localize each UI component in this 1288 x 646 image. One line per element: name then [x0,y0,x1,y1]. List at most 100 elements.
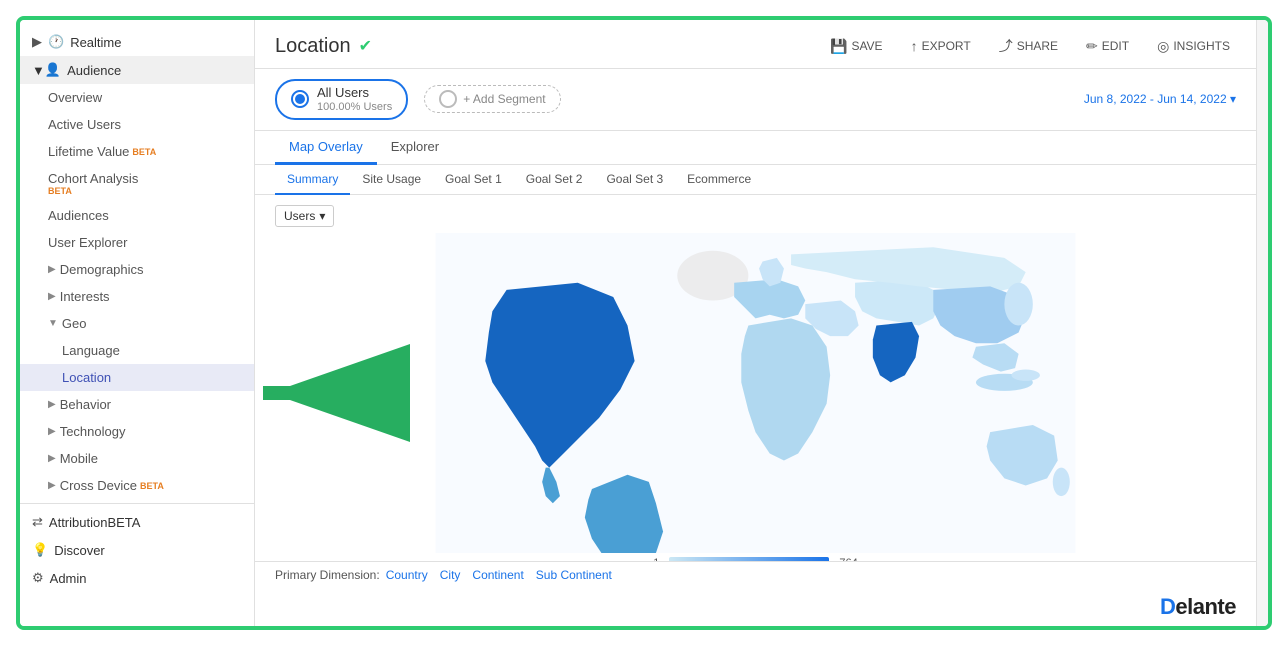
subtab-ecommerce[interactable]: Ecommerce [675,165,763,195]
share-label: SHARE [1017,39,1058,53]
behavior-arrow: ▶ [48,399,56,410]
sidebar-item-interests[interactable]: ▶ Interests [20,283,254,310]
map-area: Users ▾ [255,195,1256,561]
segment-circle [291,90,309,108]
share-button[interactable]: ⤴ SHARE [993,32,1064,60]
all-users-segment[interactable]: All Users 100.00% Users [275,79,408,120]
discover-icon: 💡 [32,542,48,558]
map-overlay-label: Map Overlay [289,139,363,154]
cross-device-arrow: ▶ [48,480,56,491]
primary-dimension: Primary Dimension: Country City Continen… [255,561,1256,588]
lifetime-value-label: Lifetime Value [48,144,129,159]
legend-bar: 1 764 [275,553,1236,561]
sidebar-item-user-explorer[interactable]: User Explorer [20,229,254,256]
admin-icon: ⚙ [32,570,44,586]
demographics-arrow: ▶ [48,264,56,275]
technology-label: Technology [60,424,126,439]
sidebar-item-realtime[interactable]: ▶ 🕐 Realtime [20,28,254,56]
export-icon: ↑ [911,38,918,54]
sidebar-item-audience[interactable]: ▼ 👤 Audience [20,56,254,84]
sidebar-item-technology[interactable]: ▶ Technology [20,418,254,445]
scrollbar[interactable] [1256,20,1268,626]
attribution-beta: BETA [107,515,140,530]
export-button[interactable]: ↑ EXPORT [905,34,977,58]
sidebar-item-cohort[interactable]: Cohort Analysis BETA [20,165,254,202]
view-tabs: Map Overlay Explorer [255,131,1256,165]
subtab-site-usage[interactable]: Site Usage [350,165,433,195]
brand-d: D [1160,594,1175,619]
cohort-label: Cohort Analysis [48,171,138,186]
sidebar-realtime-label: Realtime [70,35,121,50]
add-segment-label: + Add Segment [463,92,545,106]
cohort-beta: BETA [48,186,72,196]
edit-label: EDIT [1102,39,1129,53]
sidebar-item-overview[interactable]: Overview [20,84,254,111]
person-icon: 👤 [45,62,61,78]
subtab-goal-set-3[interactable]: Goal Set 3 [594,165,675,195]
sidebar-item-geo[interactable]: ▼ Geo [20,310,254,337]
sidebar-item-audiences[interactable]: Audiences [20,202,254,229]
edit-icon: ✏ [1086,38,1098,55]
sidebar-item-location[interactable]: Location [20,364,254,391]
interests-label: Interests [60,289,110,304]
date-range-chevron: ▾ [1230,92,1236,106]
verified-icon: ✔ [359,36,372,56]
insights-label: INSIGHTS [1173,39,1230,53]
geo-arrow: ▼ [48,318,58,329]
legend-max: 764 [839,557,857,561]
world-map [275,233,1236,553]
demographics-label: Demographics [60,262,144,277]
behavior-label: Behavior [60,397,111,412]
page-title: Location [275,35,351,58]
segment-bar: All Users 100.00% Users + Add Segment Ju… [255,69,1256,131]
attribution-icon: ⇄ [32,514,43,530]
dim-city[interactable]: City [440,568,461,582]
insights-button[interactable]: ◎ INSIGHTS [1151,34,1236,59]
save-label: SAVE [851,39,882,53]
sidebar-item-admin[interactable]: ⚙ Admin [20,564,254,592]
admin-label: Admin [50,571,87,586]
mobile-arrow: ▶ [48,453,56,464]
tab-explorer[interactable]: Explorer [377,131,453,165]
tab-map-overlay[interactable]: Map Overlay [275,131,377,165]
subtab-summary[interactable]: Summary [275,165,350,195]
sidebar-item-lifetime-value[interactable]: Lifetime Value BETA [20,138,254,165]
sidebar: ▶ 🕐 Realtime ▼ 👤 Audience Overview Activ… [20,20,255,626]
topbar: Location ✔ 💾 SAVE ↑ EXPORT ⤴ SHARE [255,20,1256,69]
realtime-icon: ▶ [32,34,42,50]
sidebar-audience-label: Audience [67,63,121,78]
primary-dim-label: Primary Dimension: [275,568,380,582]
users-dropdown-label: Users [284,209,315,223]
save-button[interactable]: 💾 SAVE [824,34,889,59]
legend-gradient [669,557,829,561]
dim-continent[interactable]: Continent [472,568,523,582]
subtab-goal-set-1[interactable]: Goal Set 1 [433,165,514,195]
segment-text: All Users 100.00% Users [317,85,392,114]
sidebar-item-active-users[interactable]: Active Users [20,111,254,138]
subtab-goal-set-2[interactable]: Goal Set 2 [514,165,595,195]
edit-button[interactable]: ✏ EDIT [1080,34,1135,59]
users-dropdown-chevron: ▾ [319,209,325,223]
date-range-label: Jun 8, 2022 - Jun 14, 2022 [1084,92,1227,106]
technology-arrow: ▶ [48,426,56,437]
sidebar-item-language[interactable]: Language [20,337,254,364]
topbar-left: Location ✔ [275,35,372,58]
sidebar-item-behavior[interactable]: ▶ Behavior [20,391,254,418]
sidebar-item-attribution[interactable]: ⇄ Attribution BETA [20,508,254,536]
summary-label: Summary [287,172,338,186]
map-svg [275,233,1236,553]
sidebar-item-demographics[interactable]: ▶ Demographics [20,256,254,283]
language-label: Language [62,343,120,358]
sidebar-item-mobile[interactable]: ▶ Mobile [20,445,254,472]
active-users-label: Active Users [48,117,121,132]
dim-country[interactable]: Country [386,568,428,582]
cross-device-label: Cross Device [60,478,137,493]
sidebar-item-cross-device[interactable]: ▶ Cross Device BETA [20,472,254,499]
users-dropdown[interactable]: Users ▾ [275,205,334,227]
sidebar-item-discover[interactable]: 💡 Discover [20,536,254,564]
date-range[interactable]: Jun 8, 2022 - Jun 14, 2022 ▾ [1084,92,1236,106]
clock-icon: 🕐 [48,34,64,50]
add-segment-button[interactable]: + Add Segment [424,85,560,113]
dim-sub-continent[interactable]: Sub Continent [536,568,612,582]
explorer-label: Explorer [391,139,439,154]
